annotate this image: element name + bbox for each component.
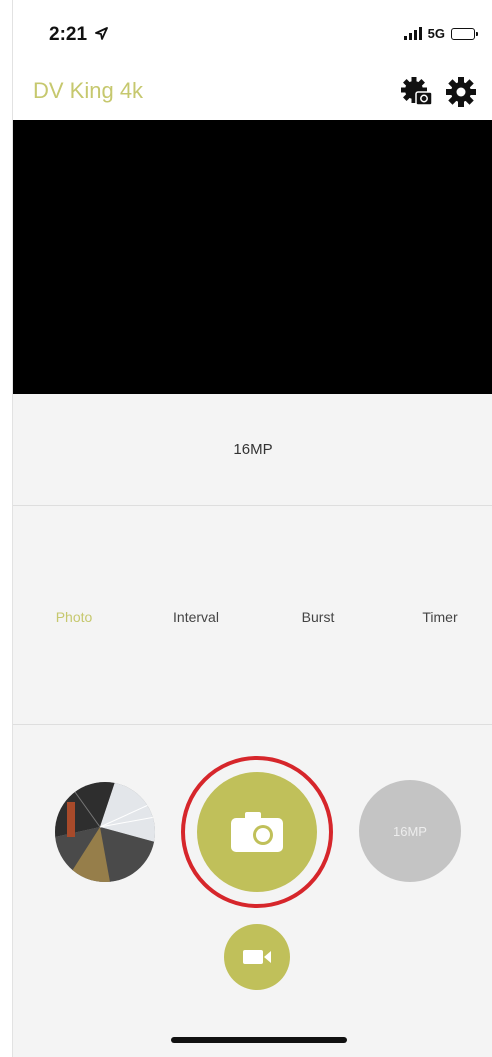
camera-preview: [13, 120, 492, 394]
resolution-label: 16MP: [233, 441, 273, 458]
tab-interval[interactable]: Interval: [173, 609, 219, 625]
app-header: DV King 4k: [13, 66, 492, 120]
resolution-button[interactable]: 16MP: [359, 780, 461, 882]
network-label: 5G: [427, 26, 445, 41]
battery-icon: [451, 27, 478, 40]
signal-icon: [403, 27, 422, 40]
shutter-button[interactable]: [197, 772, 317, 892]
tab-timer[interactable]: Timer: [422, 609, 457, 625]
camera-settings-icon[interactable]: [399, 76, 433, 108]
gear-icon[interactable]: [445, 76, 477, 108]
camera-icon: [231, 812, 283, 852]
home-indicator: [171, 1037, 347, 1043]
tab-photo[interactable]: Photo: [56, 609, 93, 625]
resolution-display: 16MP: [13, 394, 492, 506]
video-camera-icon: [243, 950, 271, 964]
status-time: 2:21: [49, 24, 109, 46]
mode-tabs: Photo Interval Burst Timer: [13, 507, 492, 725]
location-arrow-icon: [95, 27, 109, 40]
gallery-thumbnail[interactable]: [55, 782, 155, 882]
app-title: DV King 4k: [33, 78, 144, 103]
header-actions: [399, 76, 477, 108]
status-bar: 2:21 5G: [13, 0, 492, 66]
tab-burst[interactable]: Burst: [302, 609, 335, 625]
thumbnail-image: [55, 782, 155, 882]
video-mode-button[interactable]: [224, 924, 290, 990]
status-indicators: 5G: [403, 26, 478, 41]
app-screen: 2:21 5G DV King 4k 16MP Photo Interval B…: [12, 0, 492, 1057]
